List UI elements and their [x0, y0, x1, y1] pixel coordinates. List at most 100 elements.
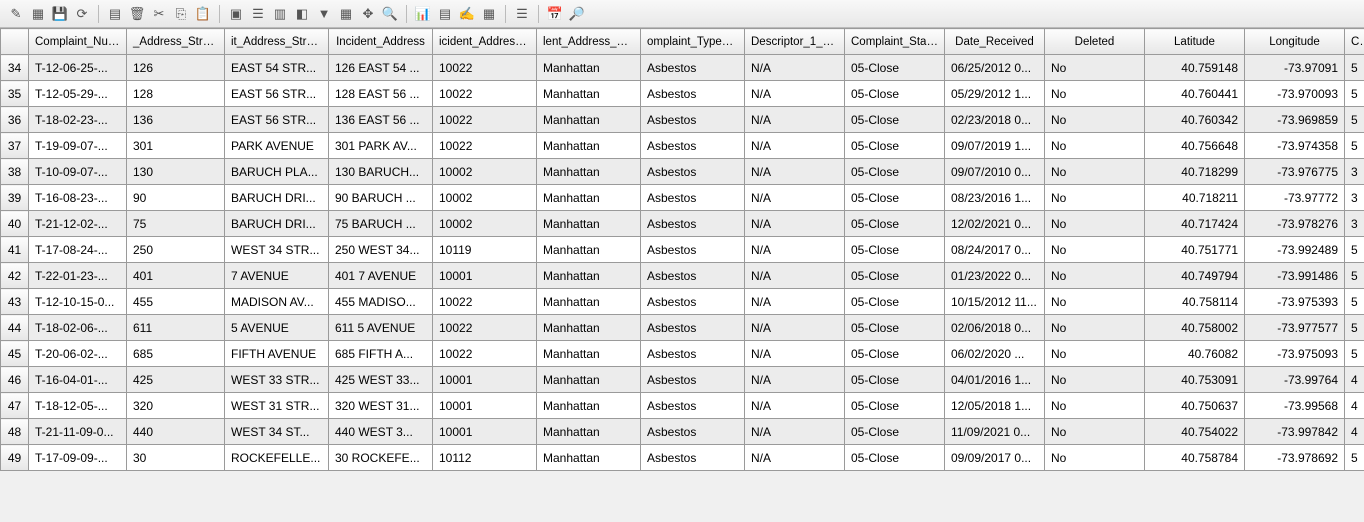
cell[interactable]: 126 EAST 54 ... — [329, 55, 433, 81]
cell[interactable]: WEST 33 STR... — [225, 367, 329, 393]
cell[interactable]: T-18-02-23-... — [29, 107, 127, 133]
cell[interactable]: Asbestos — [641, 315, 745, 341]
cell[interactable]: 301 — [127, 133, 225, 159]
cut-icon[interactable]: ✂ — [149, 4, 169, 24]
cell[interactable]: 5 AVENUE — [225, 315, 329, 341]
column-header[interactable]: Incident_Address — [329, 29, 433, 55]
cell[interactable]: Manhattan — [537, 211, 641, 237]
cell[interactable]: WEST 31 STR... — [225, 393, 329, 419]
cell[interactable]: N/A — [745, 55, 845, 81]
cell[interactable]: N/A — [745, 133, 845, 159]
cell[interactable]: 10022 — [433, 81, 537, 107]
cell[interactable]: 40.718299 — [1145, 159, 1245, 185]
cell[interactable]: 05-Close — [845, 55, 945, 81]
cell[interactable]: 126 — [127, 55, 225, 81]
cell[interactable]: T-16-08-23-... — [29, 185, 127, 211]
cell[interactable]: 40.750637 — [1145, 393, 1245, 419]
cell[interactable]: 40.758784 — [1145, 445, 1245, 471]
cell[interactable]: Asbestos — [641, 419, 745, 445]
cell[interactable]: Asbestos — [641, 393, 745, 419]
cell[interactable]: 75 — [127, 211, 225, 237]
cell[interactable]: 40.758002 — [1145, 315, 1245, 341]
save-icon[interactable]: 💾 — [50, 4, 70, 24]
cell[interactable]: 10/15/2012 11... — [945, 289, 1045, 315]
column-header[interactable]: Complaint_Number — [29, 29, 127, 55]
cell[interactable]: No — [1045, 393, 1145, 419]
cell[interactable]: 05-Close — [845, 211, 945, 237]
cell[interactable]: 5 — [1345, 315, 1364, 341]
cell[interactable]: 12/02/2021 0... — [945, 211, 1045, 237]
column-header[interactable]: Latitude — [1145, 29, 1245, 55]
cell[interactable]: Asbestos — [641, 55, 745, 81]
cell[interactable]: No — [1045, 133, 1145, 159]
cell[interactable]: T-17-08-24-... — [29, 237, 127, 263]
cell[interactable]: 05-Close — [845, 419, 945, 445]
select-all-icon[interactable]: ▣ — [226, 4, 246, 24]
cell[interactable]: 40.749794 — [1145, 263, 1245, 289]
row-number[interactable]: 47 — [1, 393, 29, 419]
cell[interactable]: Manhattan — [537, 107, 641, 133]
cell[interactable]: -73.975393 — [1245, 289, 1345, 315]
cell[interactable]: 401 — [127, 263, 225, 289]
cell[interactable]: T-12-10-15-0... — [29, 289, 127, 315]
cell[interactable]: 05-Close — [845, 81, 945, 107]
cell[interactable]: Manhattan — [537, 315, 641, 341]
cell[interactable]: Asbestos — [641, 133, 745, 159]
table-row[interactable]: 43T-12-10-15-0...455MADISON AV...455 MAD… — [1, 289, 1364, 315]
cell[interactable]: N/A — [745, 81, 845, 107]
row-number[interactable]: 48 — [1, 419, 29, 445]
cell[interactable]: 10022 — [433, 107, 537, 133]
cell[interactable]: T-21-11-09-0... — [29, 419, 127, 445]
cell[interactable]: BARUCH DRI... — [225, 211, 329, 237]
cell[interactable]: No — [1045, 315, 1145, 341]
cell[interactable]: 75 BARUCH ... — [329, 211, 433, 237]
move-icon[interactable]: ✥ — [358, 4, 378, 24]
cell[interactable]: Asbestos — [641, 185, 745, 211]
cell[interactable]: Asbestos — [641, 237, 745, 263]
cell[interactable]: ROCKEFELLE... — [225, 445, 329, 471]
cell[interactable]: 10002 — [433, 159, 537, 185]
cell[interactable]: -73.991486 — [1245, 263, 1345, 289]
cell[interactable]: Asbestos — [641, 159, 745, 185]
cell[interactable]: 7 AVENUE — [225, 263, 329, 289]
column-header[interactable]: lent_Address_Bord — [537, 29, 641, 55]
cell[interactable]: Manhattan — [537, 289, 641, 315]
cell[interactable]: N/A — [745, 367, 845, 393]
cell[interactable]: -73.975093 — [1245, 341, 1345, 367]
cell[interactable]: 5 — [1345, 263, 1364, 289]
cell[interactable]: 40.760441 — [1145, 81, 1245, 107]
cell[interactable]: No — [1045, 367, 1145, 393]
cell[interactable]: T-18-12-05-... — [29, 393, 127, 419]
cell[interactable]: T-20-06-02-... — [29, 341, 127, 367]
cell[interactable]: 128 — [127, 81, 225, 107]
table-row[interactable]: 38T-10-09-07-...130BARUCH PLA...130 BARU… — [1, 159, 1364, 185]
cell[interactable]: 01/23/2022 0... — [945, 263, 1045, 289]
cell[interactable]: Manhattan — [537, 185, 641, 211]
cell[interactable]: 5 — [1345, 341, 1364, 367]
cell[interactable]: 10001 — [433, 393, 537, 419]
cell[interactable]: 40.717424 — [1145, 211, 1245, 237]
cell[interactable]: 5 — [1345, 107, 1364, 133]
data-grid[interactable]: Complaint_Number_Address_Street_it_Addre… — [0, 28, 1364, 471]
cell[interactable]: 320 — [127, 393, 225, 419]
row-number[interactable]: 34 — [1, 55, 29, 81]
cell[interactable]: 4 — [1345, 367, 1364, 393]
cell[interactable]: No — [1045, 237, 1145, 263]
cell[interactable]: Asbestos — [641, 211, 745, 237]
table-row[interactable]: 40T-21-12-02-...75BARUCH DRI...75 BARUCH… — [1, 211, 1364, 237]
cell[interactable]: EAST 56 STR... — [225, 81, 329, 107]
select-cols-icon[interactable]: ▥ — [270, 4, 290, 24]
cell[interactable]: 130 — [127, 159, 225, 185]
cell[interactable]: 40.76082 — [1145, 341, 1245, 367]
cell[interactable]: T-18-02-06-... — [29, 315, 127, 341]
cell[interactable]: 06/02/2020 ... — [945, 341, 1045, 367]
row-number[interactable]: 40 — [1, 211, 29, 237]
date-icon[interactable]: 📅 — [545, 4, 565, 24]
cell[interactable]: N/A — [745, 289, 845, 315]
table-row[interactable]: 36T-18-02-23-...136EAST 56 STR...136 EAS… — [1, 107, 1364, 133]
cell[interactable]: No — [1045, 107, 1145, 133]
cell[interactable]: FIFTH AVENUE — [225, 341, 329, 367]
cell[interactable]: 05-Close — [845, 159, 945, 185]
edit-icon[interactable]: ✎ — [6, 4, 26, 24]
cell[interactable]: 12/05/2018 1... — [945, 393, 1045, 419]
